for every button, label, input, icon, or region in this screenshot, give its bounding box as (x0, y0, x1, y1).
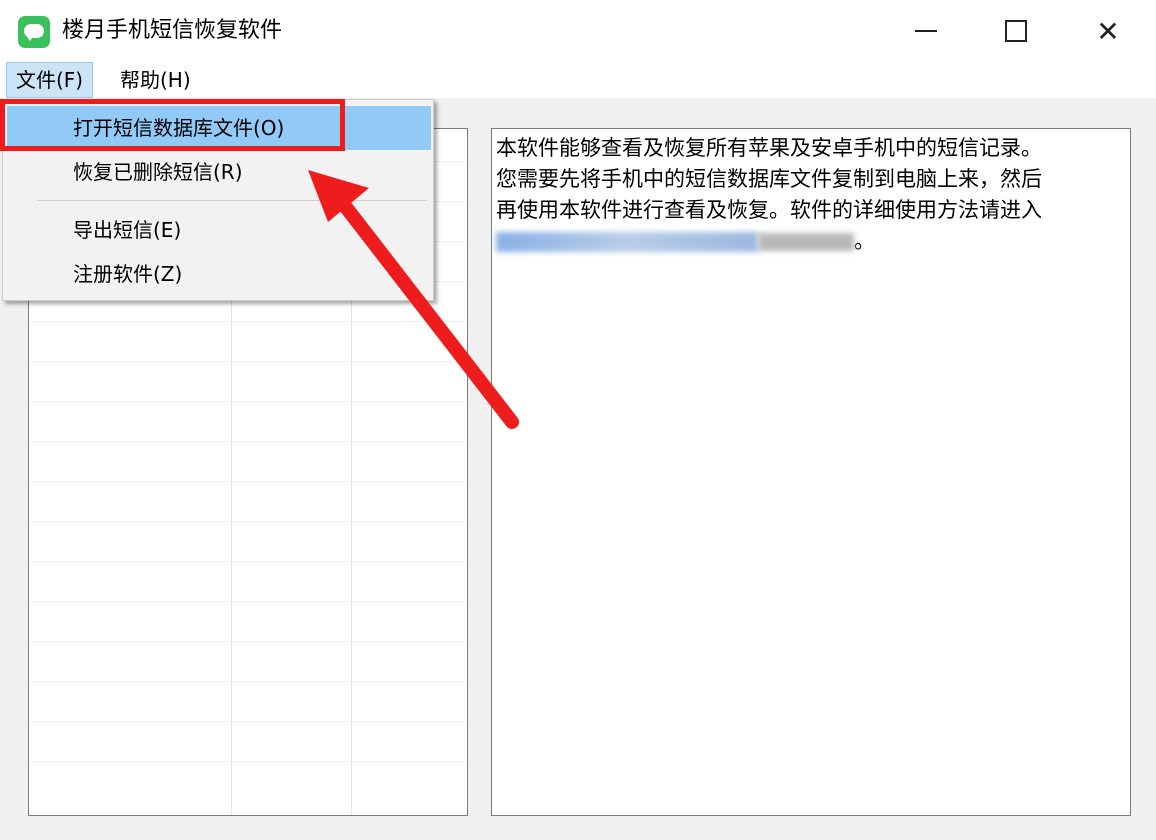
redacted-text (758, 233, 854, 251)
minimize-icon (915, 30, 937, 32)
row-divider (29, 481, 467, 482)
row-divider (29, 321, 467, 322)
row-divider (29, 761, 467, 762)
menu-separator (37, 200, 427, 201)
info-line: 本软件能够查看及恢复所有苹果及安卓手机中的短信记录。 (496, 136, 1042, 160)
maximize-button[interactable] (970, 0, 1062, 62)
info-text-pane[interactable]: 本软件能够查看及恢复所有苹果及安卓手机中的短信记录。 您需要先将手机中的短信数据… (491, 128, 1131, 816)
info-line: 再使用本软件进行查看及恢复。软件的详细使用方法请进入 (496, 198, 1042, 222)
redacted-website-link[interactable] (496, 232, 758, 252)
row-divider (29, 601, 467, 602)
menu-help[interactable]: 帮助(H) (110, 62, 201, 98)
row-divider (29, 681, 467, 682)
row-divider (29, 561, 467, 562)
maximize-icon (1005, 20, 1027, 42)
sms-app-icon (18, 16, 50, 48)
app-window: 楼月手机短信恢复软件 ✕ 文件(F) 帮助(H) 本软件能够查看及恢复所有苹果及… (0, 0, 1156, 840)
annotation-highlight-box (0, 99, 345, 151)
info-line-link: 。 (496, 226, 1126, 257)
row-divider (29, 401, 467, 402)
info-text: 本软件能够查看及恢复所有苹果及安卓手机中的短信记录。 您需要先将手机中的短信数据… (496, 133, 1126, 257)
close-icon: ✕ (1096, 14, 1120, 48)
row-divider (29, 361, 467, 362)
row-divider (29, 721, 467, 722)
menu-item-recover-deleted[interactable]: 恢复已删除短信(R) (7, 150, 431, 194)
title-bar: 楼月手机短信恢复软件 ✕ (0, 0, 1156, 62)
window-title: 楼月手机短信恢复软件 (62, 18, 283, 43)
row-divider (29, 441, 467, 442)
info-line: 您需要先将手机中的短信数据库文件复制到电脑上来，然后 (496, 167, 1042, 191)
menu-file[interactable]: 文件(F) (6, 62, 94, 98)
menu-item-register[interactable]: 注册软件(Z) (7, 252, 431, 296)
minimize-button[interactable] (880, 0, 972, 62)
row-divider (29, 641, 467, 642)
close-button[interactable]: ✕ (1062, 0, 1154, 62)
row-divider (29, 521, 467, 522)
menu-item-export[interactable]: 导出短信(E) (7, 208, 431, 252)
menu-bar: 文件(F) 帮助(H) (0, 62, 1156, 98)
